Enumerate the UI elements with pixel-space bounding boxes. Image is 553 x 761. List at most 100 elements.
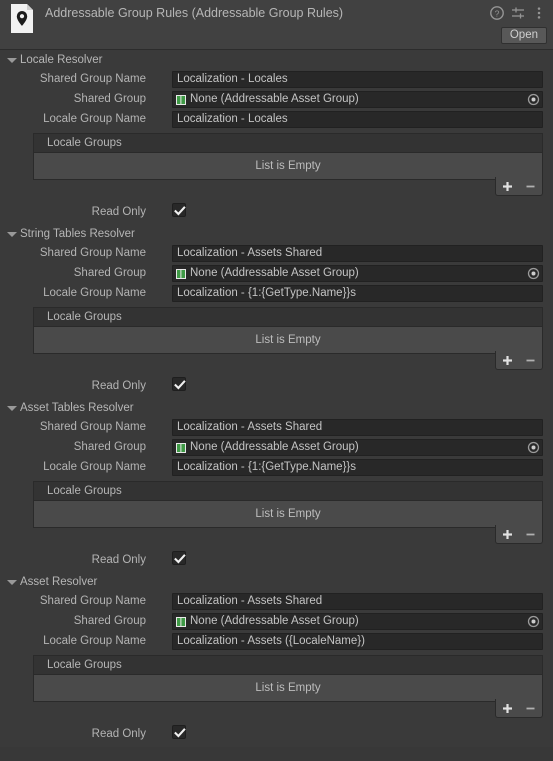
add-item-button[interactable] (496, 525, 519, 543)
locale-groups-list: Locale Groups List is Empty (33, 133, 543, 200)
label-shared-group: Shared Group (73, 441, 146, 453)
remove-item-button[interactable] (519, 525, 542, 543)
label-shared-group-name: Shared Group Name (39, 73, 146, 85)
row-shared-group: Shared Group None (Addressable Asset Gro… (0, 612, 553, 632)
object-picker-icon[interactable] (525, 92, 542, 107)
section-foldout-3[interactable]: Asset Resolver (0, 573, 553, 592)
help-icon[interactable]: ? (490, 6, 504, 20)
row-locale-group-name: Locale Group Name Localization - {1:{Get… (0, 284, 553, 304)
page-title: Addressable Group Rules (Addressable Gro… (45, 6, 344, 20)
location-pin-asset-icon (9, 3, 35, 34)
shared-group-value: None (Addressable Asset Group) (190, 441, 359, 453)
label-read-only: Read Only (91, 380, 146, 392)
row-shared-group-name: Shared Group Name Localization - Assets … (0, 592, 553, 612)
add-item-button[interactable] (496, 177, 519, 195)
row-read-only: Read Only (0, 374, 553, 396)
label-locale-group-name: Locale Group Name (43, 635, 146, 647)
section-title: Asset Resolver (20, 576, 98, 588)
locale-groups-list-footer (33, 699, 543, 722)
shared-group-name-input[interactable]: Localization - Assets Shared (172, 593, 543, 610)
list-add-remove-group (495, 351, 543, 370)
row-shared-group-name: Shared Group Name Localization - Assets … (0, 244, 553, 264)
locale-groups-list: Locale Groups List is Empty (33, 655, 543, 722)
locale-groups-list-empty: List is Empty (33, 152, 543, 180)
section-foldout-2[interactable]: Asset Tables Resolver (0, 399, 553, 418)
section-foldout-0[interactable]: Locale Resolver (0, 51, 553, 70)
locale-groups-list-empty: List is Empty (33, 674, 543, 702)
locale-groups-list-empty: List is Empty (33, 500, 543, 528)
read-only-checkbox[interactable] (172, 377, 186, 391)
locale-groups-list-header[interactable]: Locale Groups (33, 133, 543, 152)
inspector-header: Addressable Group Rules (Addressable Gro… (0, 0, 553, 50)
row-shared-group-name: Shared Group Name Localization - Assets … (0, 418, 553, 438)
object-picker-icon[interactable] (525, 614, 542, 629)
shared-group-name-input[interactable]: Localization - Assets Shared (172, 419, 543, 436)
row-locale-group-name: Locale Group Name Localization - Locales (0, 110, 553, 130)
preset-settings-icon[interactable] (511, 6, 525, 20)
label-locale-group-name: Locale Group Name (43, 113, 146, 125)
locale-group-name-input[interactable]: Localization - Assets ({LocaleName}) (172, 633, 543, 650)
locale-group-name-input[interactable]: Localization - {1:{GetType.Name}}s (172, 285, 543, 302)
label-shared-group: Shared Group (73, 267, 146, 279)
add-item-button[interactable] (496, 351, 519, 369)
remove-item-button[interactable] (519, 699, 542, 717)
shared-group-value: None (Addressable Asset Group) (190, 93, 359, 105)
locale-groups-list-footer (33, 525, 543, 548)
shared-group-object-field[interactable]: None (Addressable Asset Group) (172, 91, 543, 108)
inspector-body: Locale Resolver Shared Group Name Locali… (0, 50, 553, 747)
label-shared-group-name: Shared Group Name (39, 421, 146, 433)
add-item-button[interactable] (496, 699, 519, 717)
read-only-checkbox[interactable] (172, 551, 186, 565)
locale-groups-list-footer (33, 177, 543, 200)
object-picker-icon[interactable] (525, 440, 542, 455)
kebab-menu-icon[interactable] (532, 6, 546, 20)
row-shared-group: Shared Group None (Addressable Asset Gro… (0, 438, 553, 458)
shared-group-value: None (Addressable Asset Group) (190, 615, 359, 627)
object-picker-icon[interactable] (525, 266, 542, 281)
shared-group-name-input[interactable]: Localization - Assets Shared (172, 245, 543, 262)
locale-groups-list-header[interactable]: Locale Groups (33, 481, 543, 500)
shared-group-value: None (Addressable Asset Group) (190, 267, 359, 279)
shared-group-object-field[interactable]: None (Addressable Asset Group) (172, 439, 543, 456)
locale-groups-list-header[interactable]: Locale Groups (33, 307, 543, 326)
locale-groups-list-footer (33, 351, 543, 374)
locale-groups-list-header[interactable]: Locale Groups (33, 655, 543, 674)
section-foldout-1[interactable]: String Tables Resolver (0, 225, 553, 244)
label-shared-group-name: Shared Group Name (39, 595, 146, 607)
list-add-remove-group (495, 525, 543, 544)
label-read-only: Read Only (91, 554, 146, 566)
remove-item-button[interactable] (519, 177, 542, 195)
section-title: Asset Tables Resolver (20, 402, 134, 414)
locale-group-name-input[interactable]: Localization - {1:{GetType.Name}}s (172, 459, 543, 476)
shared-group-object-field[interactable]: None (Addressable Asset Group) (172, 613, 543, 630)
chevron-down-icon (7, 232, 17, 237)
list-add-remove-group (495, 699, 543, 718)
list-add-remove-group (495, 177, 543, 196)
row-shared-group: Shared Group None (Addressable Asset Gro… (0, 264, 553, 284)
remove-item-button[interactable] (519, 351, 542, 369)
row-shared-group: Shared Group None (Addressable Asset Gro… (0, 90, 553, 110)
row-read-only: Read Only (0, 722, 553, 744)
locale-groups-list: Locale Groups List is Empty (33, 481, 543, 548)
locale-group-name-input[interactable]: Localization - Locales (172, 111, 543, 128)
label-read-only: Read Only (91, 206, 146, 218)
chevron-down-icon (7, 406, 17, 411)
shared-group-object-field[interactable]: None (Addressable Asset Group) (172, 265, 543, 282)
row-read-only: Read Only (0, 548, 553, 570)
section-title: Locale Resolver (20, 54, 103, 66)
shared-group-name-input[interactable]: Localization - Locales (172, 71, 543, 88)
label-read-only: Read Only (91, 728, 146, 740)
read-only-checkbox[interactable] (172, 203, 186, 217)
row-locale-group-name: Locale Group Name Localization - Assets … (0, 632, 553, 652)
row-locale-group-name: Locale Group Name Localization - {1:{Get… (0, 458, 553, 478)
section-title: String Tables Resolver (20, 228, 135, 240)
chevron-down-icon (7, 580, 17, 585)
label-shared-group-name: Shared Group Name (39, 247, 146, 259)
open-button[interactable]: Open (500, 27, 547, 44)
locale-groups-list-empty: List is Empty (33, 326, 543, 354)
row-read-only: Read Only (0, 200, 553, 222)
svg-text:?: ? (495, 8, 500, 18)
read-only-checkbox[interactable] (172, 725, 186, 739)
label-locale-group-name: Locale Group Name (43, 287, 146, 299)
